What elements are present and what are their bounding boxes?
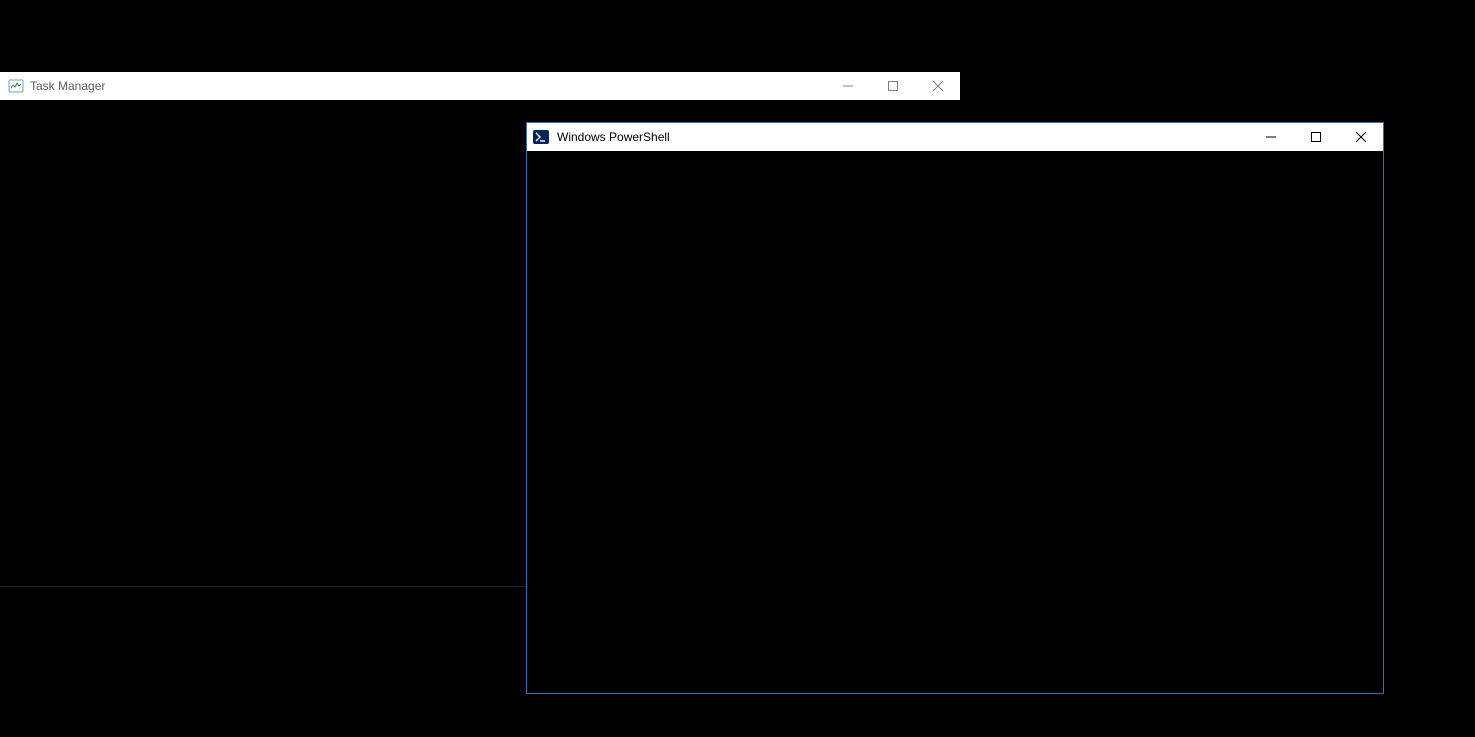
maximize-icon bbox=[1311, 132, 1321, 142]
task-manager-title: Task Manager bbox=[30, 79, 105, 93]
powershell-window-controls bbox=[1248, 123, 1383, 151]
powershell-icon bbox=[533, 129, 549, 145]
close-icon bbox=[1356, 132, 1366, 142]
maximize-icon bbox=[888, 81, 898, 91]
maximize-button[interactable] bbox=[870, 72, 915, 100]
powershell-titlebar[interactable]: Windows PowerShell bbox=[527, 123, 1383, 151]
minimize-button[interactable] bbox=[1248, 123, 1293, 151]
close-button[interactable] bbox=[1338, 123, 1383, 151]
task-manager-window-controls bbox=[825, 72, 960, 100]
task-manager-titlebar[interactable]: Task Manager bbox=[0, 72, 960, 100]
powershell-console-body[interactable] bbox=[527, 151, 1383, 693]
close-button[interactable] bbox=[915, 72, 960, 100]
close-icon bbox=[933, 81, 943, 91]
powershell-title: Windows PowerShell bbox=[557, 130, 670, 144]
maximize-button[interactable] bbox=[1293, 123, 1338, 151]
minimize-icon bbox=[843, 81, 853, 91]
minimize-button[interactable] bbox=[825, 72, 870, 100]
minimize-icon bbox=[1266, 132, 1276, 142]
powershell-window[interactable]: Windows PowerShell bbox=[526, 122, 1384, 694]
task-manager-icon bbox=[8, 78, 24, 94]
